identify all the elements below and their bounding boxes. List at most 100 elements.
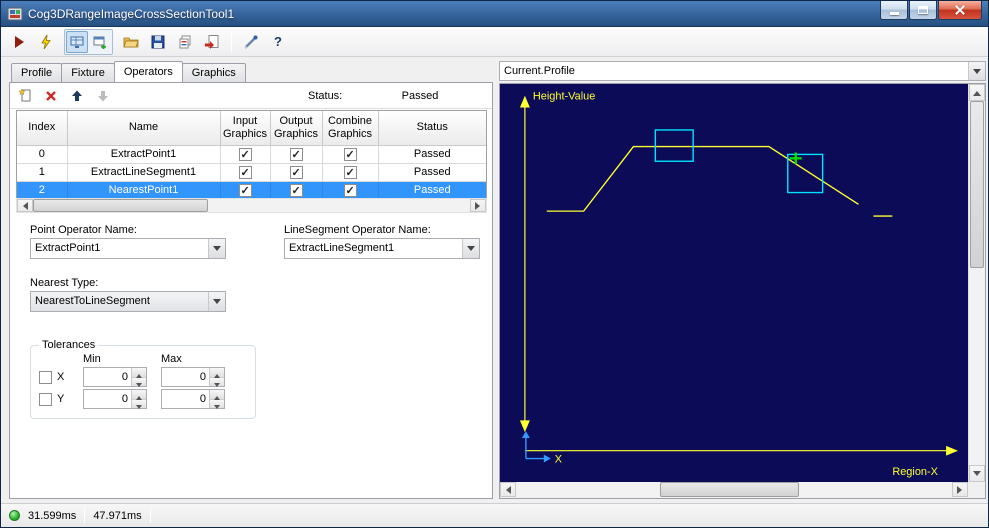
scroll-down-button[interactable] xyxy=(969,465,985,482)
input-graphics-checkbox[interactable] xyxy=(238,165,252,179)
tolerances-rows: X 0 0 Y 0 0 xyxy=(39,367,249,409)
grid-column-header[interactable]: Status xyxy=(377,111,486,146)
graphics-selector-combobox[interactable]: Current.Profile xyxy=(499,61,986,81)
save-file-button[interactable] xyxy=(146,30,170,54)
dropdown-button[interactable] xyxy=(208,239,225,258)
new-window-button[interactable] xyxy=(89,31,111,53)
move-down-button[interactable] xyxy=(92,85,114,106)
tab-fixture[interactable]: Fixture xyxy=(61,63,115,82)
operator-row-NearestPoint1[interactable]: 2NearestPoint1 Passed xyxy=(17,181,486,200)
minimize-button[interactable] xyxy=(880,1,908,20)
spinner-down-button[interactable] xyxy=(210,399,224,408)
spinner-down-button[interactable] xyxy=(210,377,224,386)
graphics-horizontal-scrollbar[interactable] xyxy=(499,482,986,499)
operator-row-ExtractPoint1[interactable]: 0ExtractPoint1 Passed xyxy=(17,145,486,164)
scroll-left-button[interactable] xyxy=(17,199,33,212)
linesegment-operator-label: LineSegment Operator Name: xyxy=(284,224,431,236)
scroll-left-icon xyxy=(19,201,28,210)
spinner-down-button[interactable] xyxy=(132,377,146,386)
input-graphics-checkbox[interactable] xyxy=(238,147,252,161)
spinner-up-button[interactable] xyxy=(210,368,224,378)
maximize-icon xyxy=(918,6,928,14)
spinner-up-button[interactable] xyxy=(210,390,224,400)
input-graphics-checkbox[interactable] xyxy=(238,183,252,197)
x-axis-label: Region-X xyxy=(892,466,938,478)
statusbar-separator xyxy=(149,508,151,523)
graphics-canvas[interactable]: Height-Value Region-X X xyxy=(500,84,968,482)
scroll-up-button[interactable] xyxy=(969,84,985,101)
scrollbar-track[interactable] xyxy=(33,199,470,212)
y-axis-label: Height-Value xyxy=(533,91,595,103)
tab-profile[interactable]: Profile xyxy=(11,63,63,82)
grid-column-header[interactable]: Name xyxy=(66,111,221,146)
combine-graphics-checkbox[interactable] xyxy=(343,183,357,197)
tab-operators[interactable]: Operators xyxy=(113,61,183,82)
run-icon xyxy=(15,35,24,48)
app-icon xyxy=(7,7,23,20)
title-bar[interactable]: Cog3DRangeImageCrossSectionTool1 xyxy=(1,1,988,27)
move-up-button[interactable] xyxy=(66,85,88,106)
new-operator-button[interactable] xyxy=(14,85,36,106)
grid-column-header[interactable]: Index xyxy=(17,111,68,146)
import-button[interactable] xyxy=(200,30,224,54)
operator-row-ExtractLineSegment1[interactable]: 1ExtractLineSegment1 Passed xyxy=(17,163,486,182)
maximize-button[interactable] xyxy=(909,1,937,20)
delete-operator-button[interactable] xyxy=(40,85,62,106)
dropdown-button[interactable] xyxy=(968,62,985,80)
tolerance-row-label: Y xyxy=(57,393,65,405)
output-graphics-checkbox[interactable] xyxy=(289,147,303,161)
grid-column-header[interactable]: Output Graphics xyxy=(269,111,323,146)
scrollbar-track[interactable] xyxy=(969,101,985,465)
scroll-right-button[interactable] xyxy=(470,199,486,212)
close-button[interactable] xyxy=(938,1,982,20)
output-graphics-checkbox[interactable] xyxy=(289,165,303,179)
tolerance-x-checkbox[interactable] xyxy=(39,370,52,384)
dropdown-button[interactable] xyxy=(462,239,479,258)
tolerance-y-checkbox[interactable] xyxy=(39,392,52,406)
chevron-down-icon xyxy=(213,299,221,308)
tab-graphics[interactable]: Graphics xyxy=(181,63,246,82)
statusbar-separator xyxy=(84,508,86,523)
scrollbar-thumb[interactable] xyxy=(33,199,208,212)
combine-graphics-checkbox[interactable] xyxy=(343,165,357,179)
graphic-marker-rect[interactable] xyxy=(787,153,824,194)
result-display-toggle[interactable] xyxy=(66,30,88,53)
copy-button[interactable] xyxy=(173,30,197,54)
run-button[interactable] xyxy=(7,30,31,54)
scrollbar-track[interactable] xyxy=(516,482,952,497)
help-button[interactable]: ? xyxy=(266,30,290,54)
status-bar: 31.599ms 47.971ms xyxy=(1,503,988,527)
dropdown-button[interactable] xyxy=(208,292,225,311)
graphics-vertical-scrollbar[interactable] xyxy=(968,84,985,482)
point-operator-combobox[interactable]: ExtractPoint1 xyxy=(30,238,226,259)
output-graphics-checkbox[interactable] xyxy=(289,183,303,197)
grid-horizontal-scrollbar[interactable] xyxy=(16,198,487,213)
scroll-left-button[interactable] xyxy=(500,482,516,497)
copy-pages-icon xyxy=(179,35,191,48)
live-run-button[interactable] xyxy=(34,30,58,54)
spinner-value: 0 xyxy=(121,371,128,383)
tool-settings-button[interactable] xyxy=(239,30,263,54)
scroll-right-button[interactable] xyxy=(952,482,968,497)
y-min-spinner[interactable]: 0 xyxy=(83,389,147,409)
grid-column-header[interactable]: Input Graphics xyxy=(219,111,271,146)
help-icon: ? xyxy=(274,34,282,49)
y-max-spinner[interactable]: 0 xyxy=(161,389,225,409)
x-max-spinner[interactable]: 0 xyxy=(161,367,225,387)
spinner-down-button[interactable] xyxy=(132,399,146,408)
scrollbar-thumb[interactable] xyxy=(659,482,800,497)
graphics-selector-value: Current.Profile xyxy=(504,65,575,77)
app-window: Cog3DRangeImageCrossSectionTool1 ? Profi… xyxy=(0,0,989,528)
graphic-marker-rect[interactable] xyxy=(654,129,694,162)
scrollbar-thumb[interactable] xyxy=(970,101,984,269)
scroll-right-icon xyxy=(475,201,484,210)
operators-tab-page: Status: Passed Index Name Input Graphics Ou… xyxy=(9,82,493,499)
grid-column-header[interactable]: Combine Graphics xyxy=(321,111,379,146)
spinner-up-button[interactable] xyxy=(132,390,146,400)
x-min-spinner[interactable]: 0 xyxy=(83,367,147,387)
open-file-button[interactable] xyxy=(119,30,143,54)
spinner-up-button[interactable] xyxy=(132,368,146,378)
nearest-type-combobox[interactable]: NearestToLineSegment xyxy=(30,291,226,312)
combine-graphics-checkbox[interactable] xyxy=(343,147,357,161)
linesegment-operator-combobox[interactable]: ExtractLineSegment1 xyxy=(284,238,480,259)
